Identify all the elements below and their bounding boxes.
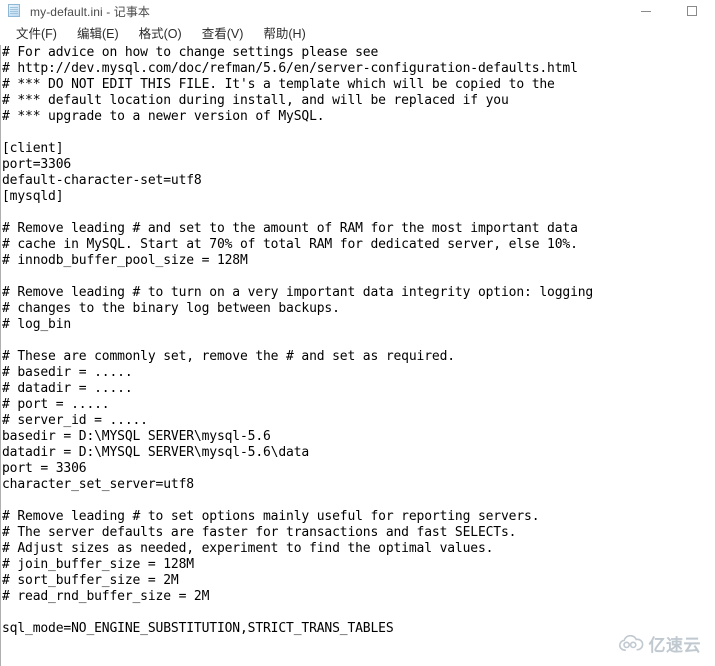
minimize-icon <box>641 10 651 12</box>
editor-area[interactable]: # For advice on how to change settings p… <box>0 44 715 666</box>
minimize-button[interactable] <box>623 0 669 22</box>
menu-help[interactable]: 帮助(H) <box>253 21 315 45</box>
notepad-window: my-default.ini - 记事本 文件(F) 编辑(E) 格式(O) 查… <box>0 0 715 666</box>
notepad-document-icon <box>7 3 23 19</box>
menu-view[interactable]: 查看(V) <box>192 21 254 45</box>
maximize-button[interactable] <box>669 0 715 22</box>
menu-format[interactable]: 格式(O) <box>129 21 192 45</box>
menu-file[interactable]: 文件(F) <box>6 21 67 45</box>
menu-edit[interactable]: 编辑(E) <box>67 21 129 45</box>
text-editor[interactable]: # For advice on how to change settings p… <box>2 45 715 666</box>
window-controls <box>623 0 715 22</box>
title-bar[interactable]: my-default.ini - 记事本 <box>0 0 715 22</box>
window-title: my-default.ini - 记事本 <box>30 4 151 19</box>
maximize-icon <box>687 6 697 16</box>
editor-left-border <box>0 45 1 666</box>
menu-bar: 文件(F) 编辑(E) 格式(O) 查看(V) 帮助(H) <box>0 22 715 44</box>
